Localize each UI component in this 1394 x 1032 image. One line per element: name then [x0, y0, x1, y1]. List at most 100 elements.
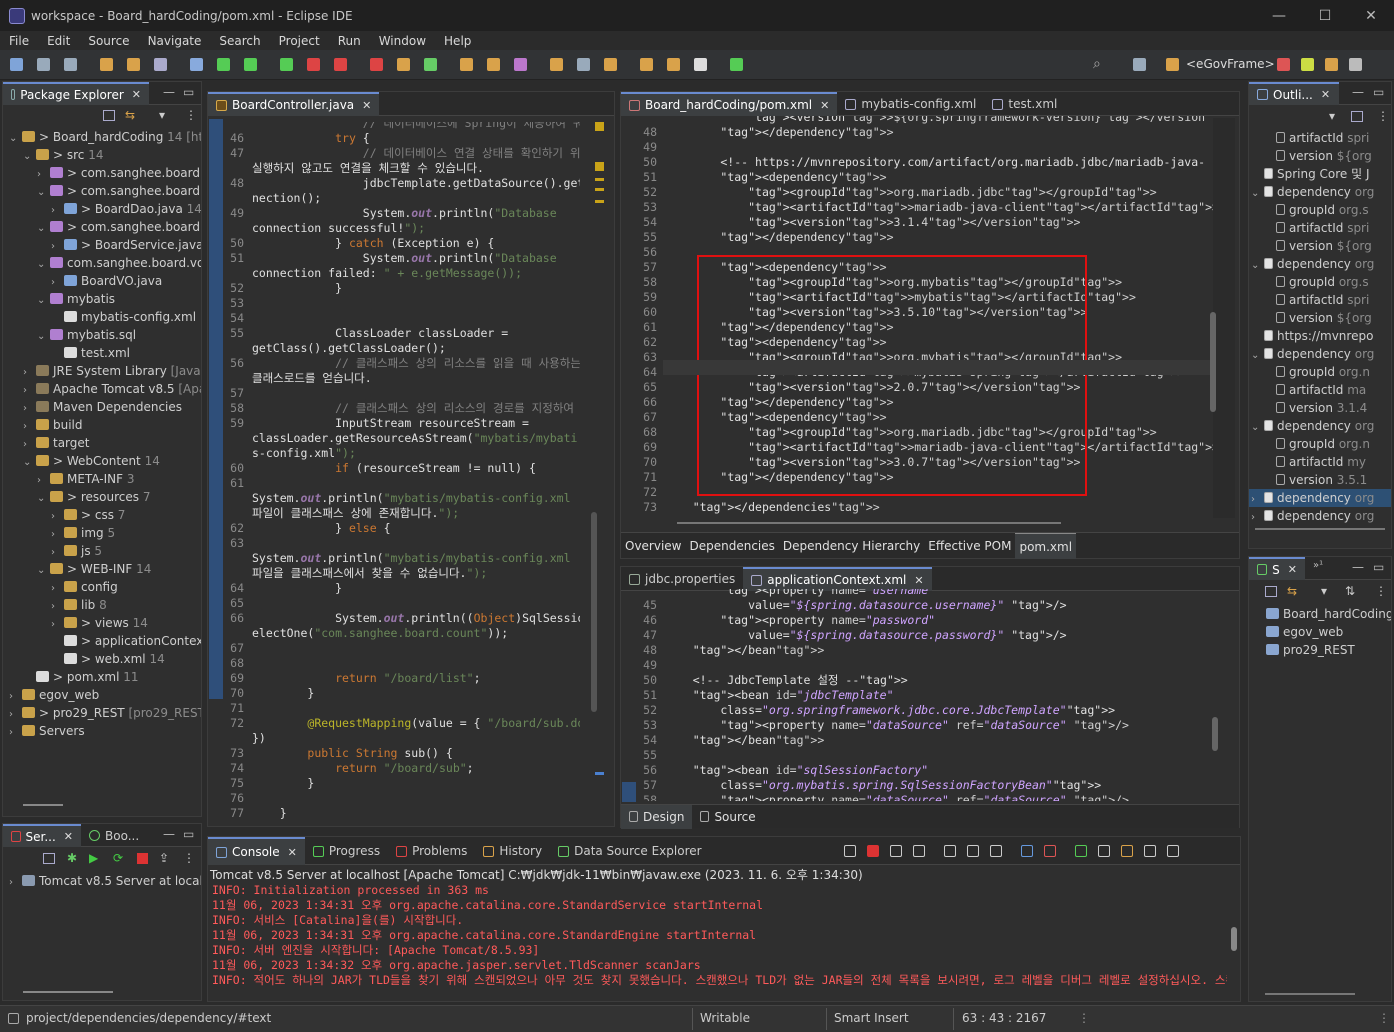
tree-item[interactable]: › Servers: [3, 722, 201, 740]
twisty-icon[interactable]: ⌄: [23, 148, 33, 164]
tab-data-source-explorer[interactable]: Data Source Explorer: [550, 837, 709, 865]
outline-item[interactable]: groupId org.n: [1249, 363, 1391, 381]
menu-window[interactable]: Window: [370, 34, 435, 48]
twisty-icon[interactable]: ⌄: [37, 184, 47, 200]
filter-icon[interactable]: ▾: [1321, 584, 1327, 598]
toolbar-action-icon[interactable]: [487, 58, 500, 71]
tree-item[interactable]: ⌄ > com.sanghee.board.c: [3, 182, 201, 200]
tab-mybatis-config-xml[interactable]: mybatis-config.xml: [837, 92, 984, 116]
minimize-view-icon[interactable]: —: [1352, 560, 1364, 574]
console-action-icon[interactable]: [913, 845, 925, 857]
maximize-view-icon[interactable]: ▭: [1373, 85, 1384, 99]
tab-applicationcontext-xml[interactable]: applicationContext.xml ✕: [743, 567, 932, 591]
twisty-icon[interactable]: ›: [23, 364, 33, 380]
close-icon[interactable]: ✕: [132, 88, 141, 101]
tab-console[interactable]: Console ✕: [208, 837, 305, 865]
toolbar-action-icon[interactable]: [370, 58, 383, 71]
twisty-icon[interactable]: ›: [51, 598, 61, 614]
toolbar-action-icon[interactable]: [550, 58, 563, 71]
twisty-icon[interactable]: ›: [23, 382, 33, 398]
toolbar-action-icon[interactable]: [190, 58, 203, 71]
toolbar-action-icon[interactable]: [127, 58, 140, 71]
twisty-icon[interactable]: ⌄: [37, 490, 47, 506]
tree-item[interactable]: ⌄ > Board_hardCoding 14 [http: [3, 128, 201, 146]
code-line[interactable]: "tag"></bean"tag">>: [665, 733, 825, 748]
code-line[interactable]: if (resourceStream != null) {: [252, 461, 536, 476]
close-icon[interactable]: ✕: [64, 830, 73, 843]
menu-run[interactable]: Run: [329, 34, 370, 48]
toolbar-action-icon[interactable]: [217, 58, 230, 71]
code-line[interactable]: try {: [252, 131, 370, 146]
toolbar-action-icon[interactable]: [397, 58, 410, 71]
code-line[interactable]: public String sub() {: [252, 746, 452, 761]
project-item[interactable]: pro29_REST: [1249, 641, 1391, 659]
tab-board-controller[interactable]: BoardController.java ✕: [208, 92, 380, 116]
twisty-icon[interactable]: ›: [1251, 509, 1261, 525]
minimize-view-icon[interactable]: —: [1352, 85, 1364, 99]
twisty-icon[interactable]: ›: [51, 580, 61, 596]
toolbar-action-icon[interactable]: [640, 58, 653, 71]
code-line[interactable]: }: [252, 686, 314, 701]
twisty-icon[interactable]: ›: [37, 166, 47, 182]
code-line[interactable]: System.out.println("mybatis/mybatis-conf…: [252, 551, 571, 566]
outline-item[interactable]: ⌄ dependency org: [1249, 183, 1391, 201]
code-line[interactable]: "tag"></dependencies"tag">>: [665, 500, 880, 515]
profile-server-icon[interactable]: ⟳: [113, 851, 123, 865]
code-line[interactable]: 파일이 클래스패스 상에 존재합니다.");: [252, 506, 459, 521]
code-line[interactable]: getClass().getClassLoader();: [252, 341, 446, 356]
code-line[interactable]: <!-- https://mvnrepository.com/artifact/…: [665, 155, 1205, 170]
code-line[interactable]: InputStream resourceStream =: [252, 416, 529, 431]
collapse-all-icon[interactable]: [1265, 586, 1277, 597]
toolbar-action-icon[interactable]: [64, 58, 77, 71]
code-line[interactable]: "tag"><property name="password": [665, 613, 935, 628]
outline-item[interactable]: artifactId ma: [1249, 381, 1391, 399]
egovframe-perspective-icon[interactable]: [1166, 58, 1179, 71]
outline-item[interactable]: Spring Core 및 J: [1249, 165, 1391, 183]
perspective-icon[interactable]: [1325, 58, 1338, 71]
toolbar-action-icon[interactable]: [694, 58, 707, 71]
code-line[interactable]: "tag"><property name="dataSource" ref="d…: [665, 793, 1129, 801]
twisty-icon[interactable]: ⌄: [1251, 185, 1261, 201]
tree-item[interactable]: ⌄ mybatis: [3, 290, 201, 308]
tree-item[interactable]: › > BoardDao.java 14: [3, 200, 201, 218]
close-icon[interactable]: ✕: [914, 574, 923, 587]
page-tab-dependencies[interactable]: Dependencies: [686, 533, 779, 559]
twisty-icon[interactable]: ›: [51, 526, 61, 542]
page-tab-pom.xml[interactable]: pom.xml: [1015, 532, 1077, 559]
outline-item[interactable]: › dependency org: [1249, 507, 1391, 525]
code-line[interactable]: <!-- JdbcTemplate 설정 --"tag">>: [665, 673, 908, 688]
page-tab-effective-pom[interactable]: Effective POM: [924, 533, 1015, 559]
tree-item[interactable]: mybatis-config.xml: [3, 308, 201, 326]
code-line[interactable]: "tag"><property name="dataSource" ref="d…: [665, 718, 1129, 733]
perspective-icon[interactable]: [1349, 58, 1362, 71]
menu-navigate[interactable]: Navigate: [139, 34, 211, 48]
server-item[interactable]: › Tomcat v8.5 Server at localh: [3, 872, 201, 890]
code-line[interactable]: return "/board/sub";: [252, 761, 474, 776]
tree-item[interactable]: ⌄ > WebContent 14: [3, 452, 201, 470]
twisty-icon[interactable]: ›: [23, 436, 33, 452]
menu-project[interactable]: Project: [270, 34, 329, 48]
code-line[interactable]: return "/board/list";: [252, 671, 480, 686]
code-line[interactable]: // 클래스패스 상의 리소스의 경로를 지정하여 읽습니다.: [252, 401, 580, 416]
java-code[interactable]: // 데이터베이스에 Spring이 제공하여 쿼리를 보내는 방법 46 try…: [210, 122, 580, 822]
tab-servers[interactable]: Ser... ✕: [3, 824, 81, 847]
view-menu-icon[interactable]: ⋮: [183, 851, 195, 865]
twisty-icon[interactable]: ›: [51, 508, 61, 524]
console-action-icon[interactable]: [844, 845, 856, 857]
tab-outline[interactable]: Outli... ✕: [1249, 82, 1339, 105]
perspective-icon[interactable]: [1277, 58, 1290, 71]
toolbar-action-icon[interactable]: [730, 58, 743, 71]
outline-item[interactable]: version 3.1.4: [1249, 399, 1391, 417]
tree-item[interactable]: ⌄ > resources 7: [3, 488, 201, 506]
filter-icon[interactable]: ▾: [159, 108, 165, 122]
toolbar-action-icon[interactable]: [280, 58, 293, 71]
console-action-icon[interactable]: [1167, 845, 1179, 857]
project-item[interactable]: egov_web: [1249, 623, 1391, 641]
minimize-view-icon[interactable]: —: [163, 85, 175, 99]
menu-file[interactable]: File: [0, 34, 38, 48]
twisty-icon[interactable]: ⌄: [37, 256, 47, 272]
twisty-icon[interactable]: ⌄: [37, 562, 47, 578]
tab-boot-dashboard[interactable]: Boo...: [81, 824, 147, 847]
twisty-icon[interactable]: ›: [9, 706, 19, 722]
outline-item[interactable]: › dependency org: [1249, 489, 1391, 507]
